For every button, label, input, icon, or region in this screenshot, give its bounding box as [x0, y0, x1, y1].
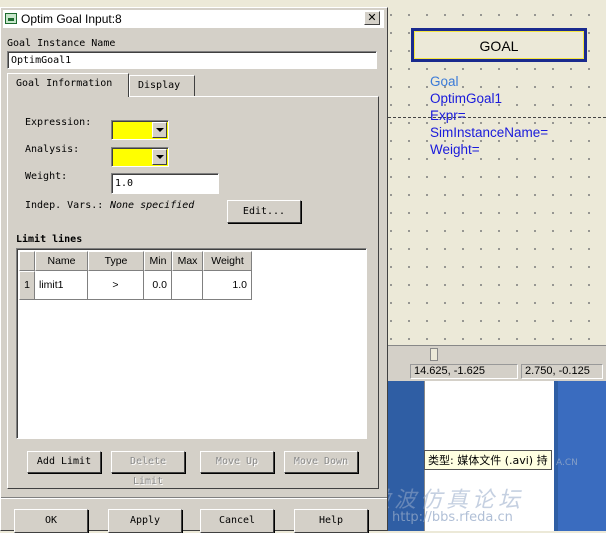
column-header-name[interactable]: Name: [35, 251, 88, 271]
goal-component-label: GOAL: [479, 38, 519, 54]
title-bar[interactable]: Optim Goal Input:8 ✕: [3, 10, 384, 28]
apply-button[interactable]: Apply: [108, 509, 182, 533]
desktop-side-panel: [558, 381, 606, 531]
horizontal-scrollbar[interactable]: [388, 345, 606, 362]
column-header-weight[interactable]: Weight: [203, 251, 252, 271]
indep-vars-value: None specified: [110, 200, 195, 211]
move-up-button[interactable]: Move Up: [200, 451, 274, 473]
goal-component[interactable]: GOAL: [411, 28, 587, 62]
goal-param-line: SimInstanceName=: [430, 125, 549, 140]
weight-label: Weight:: [25, 171, 68, 182]
tab-goal-information[interactable]: Goal Information: [7, 73, 129, 97]
edit-indep-vars-button[interactable]: Edit...: [227, 200, 301, 223]
analysis-select[interactable]: [111, 147, 169, 167]
status-bar: 14.625, -1.625 2.750, -0.125: [388, 362, 606, 381]
analysis-label: Analysis:: [25, 144, 80, 155]
cancel-button[interactable]: Cancel: [200, 509, 274, 533]
column-header-max[interactable]: Max: [172, 251, 203, 271]
column-header-type[interactable]: Type: [88, 251, 144, 271]
move-down-button[interactable]: Move Down: [284, 451, 358, 473]
goal-param-line: OptimGoal1: [430, 91, 503, 106]
row-header[interactable]: 1: [19, 271, 35, 300]
instance-name-input[interactable]: [7, 51, 377, 69]
cell-max[interactable]: [172, 271, 203, 300]
status-coordinates: 14.625, -1.625: [410, 364, 518, 379]
add-limit-button[interactable]: Add Limit: [27, 451, 101, 473]
close-button[interactable]: ✕: [364, 11, 380, 25]
status-delta: 2.750, -0.125: [521, 364, 603, 379]
scrollbar-thumb[interactable]: [430, 348, 438, 361]
goal-param-line: Goal: [430, 74, 459, 89]
limit-lines-table[interactable]: Name Type Min Max Weight 1 limit1 > 0.0 …: [16, 248, 367, 439]
instance-name-label: Goal Instance Name: [7, 38, 116, 49]
indep-vars-label: Indep. Vars.:: [25, 200, 104, 211]
tab-display[interactable]: Display: [129, 75, 195, 96]
file-type-tooltip: 类型: 媒体文件 (.avi) 持: [424, 450, 552, 470]
delete-limit-button[interactable]: Delete Limit: [111, 451, 185, 487]
limit-lines-title: Limit lines: [16, 234, 83, 245]
cell-name[interactable]: limit1: [35, 271, 88, 300]
goal-parameter-text: Goal OptimGoal1 Expr= SimInstanceName= W…: [430, 73, 548, 158]
help-button[interactable]: Help: [294, 509, 368, 533]
cell-type[interactable]: >: [88, 271, 144, 300]
schematic-canvas[interactable]: GOAL Goal OptimGoal1 Expr= SimInstanceNa…: [388, 0, 606, 345]
chevron-down-icon[interactable]: [152, 149, 167, 165]
cell-min[interactable]: 0.0: [144, 271, 172, 300]
goal-param-line: Weight=: [430, 142, 480, 157]
expression-select[interactable]: [111, 120, 169, 140]
optim-goal-dialog: Optim Goal Input:8 ✕ Goal Instance Name …: [0, 7, 388, 533]
window-title: Optim Goal Input:8: [21, 12, 122, 26]
column-header-min[interactable]: Min: [144, 251, 172, 271]
separator: [1, 497, 387, 499]
table-corner: [19, 251, 35, 271]
goal-param-line: Expr=: [430, 108, 466, 123]
cell-weight[interactable]: 1.0: [203, 271, 252, 300]
chevron-down-icon[interactable]: [152, 122, 167, 138]
app-icon: [5, 13, 17, 24]
ok-button[interactable]: OK: [14, 509, 88, 533]
weight-input[interactable]: [111, 173, 219, 194]
expression-label: Expression:: [25, 117, 92, 128]
